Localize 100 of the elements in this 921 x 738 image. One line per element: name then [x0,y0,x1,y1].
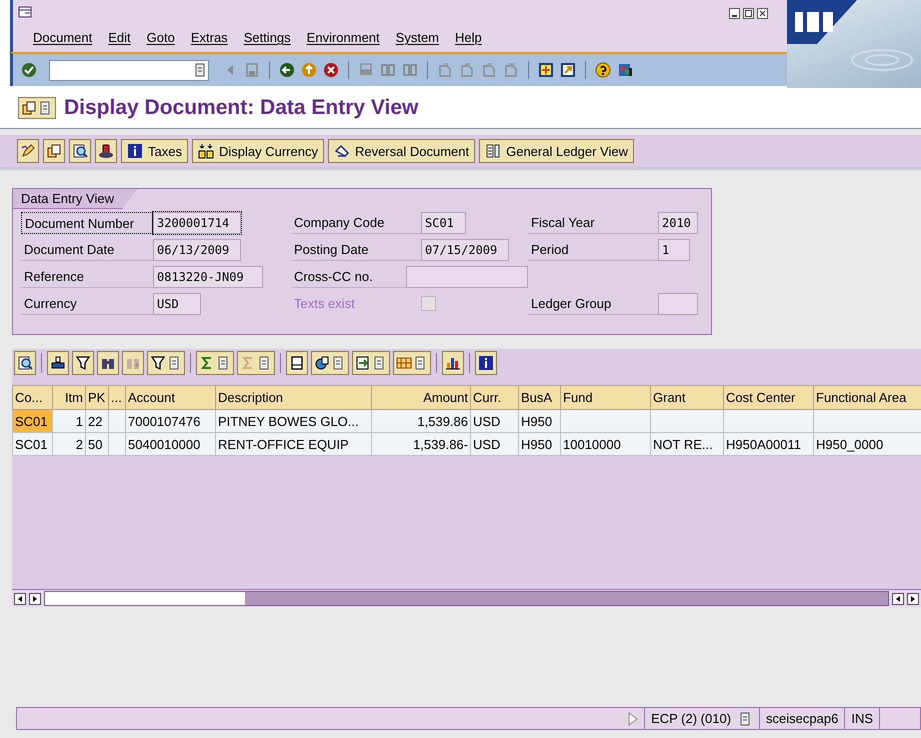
new-session-icon[interactable] [538,62,554,78]
column-header[interactable]: PK [86,386,108,410]
column-header[interactable]: Description [216,386,372,410]
toolbar-button[interactable]: General Ledger View [479,139,634,163]
column-header[interactable]: Account [126,386,216,410]
export-icon [355,355,371,371]
toolbar-button[interactable] [442,351,464,375]
column-header[interactable]: Fund [560,386,650,410]
window-menu-icon[interactable] [17,4,33,20]
toolbar-button[interactable]: Taxes [121,139,188,163]
table-cell: RENT-OFFICE EQUIP [216,432,372,456]
input-field[interactable]: 2010 [658,212,698,234]
minimize-icon[interactable] [729,8,740,19]
screen-title: Display Document: Data Entry View [64,96,418,120]
command-field[interactable] [49,60,209,80]
input-mode[interactable]: INS [844,708,879,729]
hat-icon [98,143,114,159]
toolbar-button[interactable] [95,139,117,163]
table-cell: 7000107476 [126,410,216,432]
server-name: sceisecpap6 [759,708,844,729]
scroll-right-icon[interactable] [29,592,41,604]
input-field[interactable]: 07/15/2009 [421,238,509,260]
close-icon[interactable] [757,8,768,19]
column-header[interactable]: Co... [12,386,52,410]
field-label: Cross-CC no. [291,266,406,288]
back-icon[interactable] [279,62,295,78]
toolbar-button[interactable] [14,351,36,375]
input-field[interactable] [658,292,698,314]
input-field[interactable] [406,266,528,288]
toolbar-button[interactable] [72,351,94,375]
table-cell [108,410,126,432]
table-cell: 2 [52,432,86,456]
toolbar-button[interactable] [97,351,119,375]
menu-item[interactable]: Settings [244,30,291,45]
column-header[interactable]: Curr. [470,386,518,410]
copy-icon [46,143,62,159]
menu-item[interactable]: System [396,30,439,45]
menu-item[interactable]: Help [455,30,482,45]
column-header[interactable]: Itm [52,386,86,410]
scrollbar[interactable] [44,591,889,606]
toolbar-button[interactable] [311,351,349,375]
table-cell: 5040010000 [126,432,216,456]
zoom-icon [72,143,88,159]
table-cell: USD [470,432,518,456]
cancel-icon[interactable] [323,62,339,78]
exit-icon[interactable] [301,62,317,78]
expand-icon[interactable] [628,712,638,726]
table-cell: USD [470,410,518,432]
menu-item[interactable]: Goto [146,30,175,45]
column-header[interactable]: Grant [650,386,724,410]
scroll-right-icon[interactable] [907,592,919,604]
shortcut-icon[interactable] [560,62,576,78]
menu-item[interactable]: Edit [108,30,131,45]
table-cell: PITNEY BOWES GLO... [216,410,372,432]
input-field[interactable]: USD [153,292,201,314]
menu-item[interactable]: Document [33,30,92,45]
table-cell: 50 [86,432,108,456]
views-icon [314,355,330,371]
toolbar-button[interactable]: Reversal Document [328,139,476,163]
layout-menu-icon[interactable] [617,62,633,78]
toolbar-button[interactable] [69,139,91,163]
graphic-icon [445,355,461,371]
scroll-left-icon[interactable] [14,592,26,604]
table-cell: H950 [518,410,560,432]
toolbar-button[interactable] [147,351,185,375]
column-header[interactable]: Amount [372,386,470,410]
input-field[interactable]: 3200001714 [153,212,241,234]
table-cell: H950A00011 [724,432,814,456]
system-info: ECP (2) (010) [651,711,732,726]
column-header[interactable]: ... [108,386,126,410]
enter-icon[interactable] [21,62,37,78]
input-field[interactable]: 06/13/2009 [153,238,241,260]
details-icon [17,355,33,371]
maximize-icon[interactable] [743,8,754,19]
column-header[interactable]: Functional Area [814,386,921,410]
menu-item[interactable]: Extras [190,30,228,45]
table-cell: 1 [52,410,86,432]
scroll-left-icon[interactable] [892,592,904,604]
input-field[interactable]: SC01 [421,212,466,234]
table-cell: 10010000 [560,432,650,456]
arrows-icon [198,143,214,159]
edit-icon [20,143,36,159]
input-field[interactable]: 0813220-JN09 [153,266,263,288]
table-cell: 22 [86,410,108,432]
filter-icon [75,355,91,371]
column-header[interactable]: BusA [518,386,560,410]
menu-item[interactable]: Environment [306,30,380,45]
toolbar-button[interactable] [352,351,390,375]
column-header[interactable]: Cost Center [724,386,814,410]
toolbar-button[interactable] [47,351,69,375]
toolbar-button[interactable] [43,139,65,163]
help-icon[interactable] [595,62,611,78]
document-icon [21,100,37,116]
toolbar-button[interactable] [286,351,308,375]
menu-button[interactable] [18,97,56,119]
toolbar-button[interactable]: Display Currency [192,139,324,163]
toolbar-button[interactable] [17,139,39,163]
input-field[interactable]: 1 [658,238,690,260]
info-icon [478,355,494,371]
toolbar-button[interactable] [475,351,497,375]
